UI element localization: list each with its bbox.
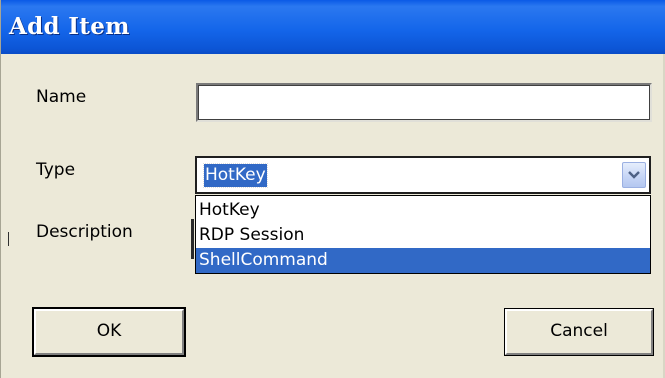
type-label: Type: [36, 160, 76, 180]
description-input[interactable]: [191, 219, 194, 259]
type-select[interactable]: HotKey: [195, 156, 651, 194]
cancel-button[interactable]: Cancel: [504, 308, 654, 356]
description-label: Description: [36, 222, 133, 242]
type-select-dropdown-button[interactable]: [622, 162, 646, 188]
type-option-shellcommand[interactable]: ShellCommand: [196, 248, 650, 273]
type-option-rdp-session[interactable]: RDP Session: [196, 223, 650, 248]
divider: [8, 232, 9, 246]
title-bar[interactable]: Add Item: [1, 0, 665, 54]
ok-button[interactable]: OK: [32, 307, 186, 357]
name-input[interactable]: [196, 83, 652, 122]
window-title: Add Item: [9, 13, 130, 40]
chevron-down-icon: [628, 171, 640, 179]
add-item-dialog: Add Item Name Type HotKey Description Ho…: [0, 0, 665, 378]
name-label: Name: [36, 87, 87, 107]
type-option-hotkey[interactable]: HotKey: [196, 198, 650, 223]
type-select-value: HotKey: [203, 163, 268, 188]
type-dropdown-list: HotKey RDP Session ShellCommand: [195, 195, 651, 274]
